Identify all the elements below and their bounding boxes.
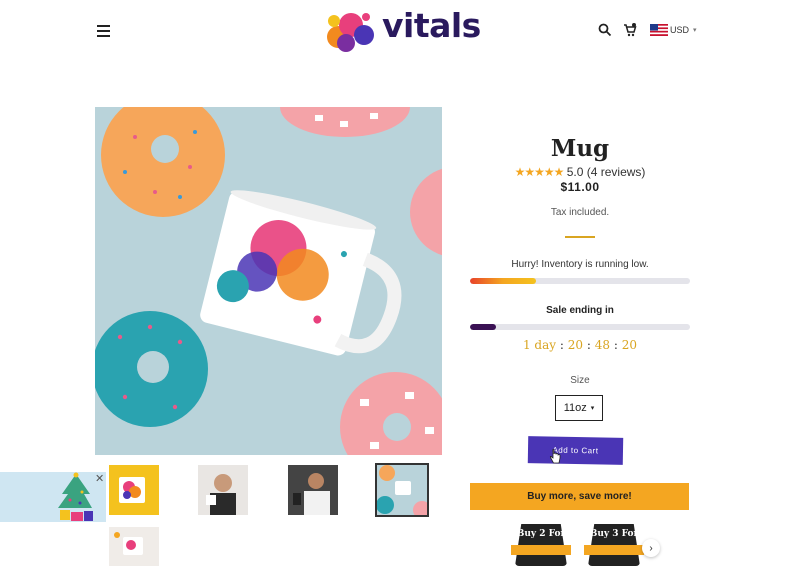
- close-icon[interactable]: ✕: [95, 472, 104, 485]
- inventory-bar-fill: [470, 278, 536, 284]
- size-value: 11oz: [563, 402, 587, 414]
- inventory-text: Hurry! Inventory is running low.: [511, 259, 649, 270]
- sale-bar-fill: [470, 324, 497, 330]
- product-title: Mug: [550, 135, 610, 162]
- bundle-ribbon: [584, 545, 644, 555]
- star-rating-icon: ★★★★★: [514, 165, 565, 179]
- thumbnail-5[interactable]: [109, 527, 159, 566]
- bundle-label: Buy 2 For: [516, 529, 566, 539]
- thumbnail-1[interactable]: [109, 465, 159, 515]
- chevron-down-icon: ▾: [693, 27, 697, 34]
- promo-widget[interactable]: [0, 472, 106, 522]
- inventory-bar: [470, 278, 690, 284]
- timer-sep: :: [613, 338, 618, 352]
- divider: [565, 236, 595, 238]
- flag-icon: [650, 24, 668, 36]
- bundle-badge-2[interactable]: Buy 3 For: [584, 520, 644, 570]
- cart-icon[interactable]: [623, 23, 637, 37]
- size-label: Size: [570, 375, 590, 386]
- currency-selector[interactable]: USD ▾: [650, 23, 697, 37]
- thumbnail-4-selected[interactable]: [375, 463, 429, 517]
- sale-label: Sale ending in: [546, 305, 614, 316]
- rating-row[interactable]: ★★★★★ 5.0 (4 reviews): [470, 165, 690, 179]
- menu-icon[interactable]: [97, 25, 110, 37]
- bundle-label: Buy 3 For: [589, 529, 639, 539]
- review-count: (4 reviews): [586, 165, 646, 179]
- timer-minutes: 48: [594, 338, 611, 352]
- sale-bar: [470, 324, 690, 330]
- timer-days: 1 day: [522, 338, 557, 352]
- currency-label: USD: [670, 25, 690, 35]
- product-price: $11.00: [560, 180, 600, 194]
- hand-cursor-icon: [549, 449, 561, 464]
- add-to-cart-button[interactable]: Add to Cart: [527, 436, 624, 465]
- chevron-right-icon[interactable]: ›: [642, 539, 660, 557]
- thumbnail-3[interactable]: [288, 465, 338, 515]
- size-select[interactable]: 11oz ▾: [555, 395, 603, 421]
- timer-hours: 20: [567, 338, 584, 352]
- christmas-tree-icon: [58, 472, 93, 521]
- chevron-down-icon: ▾: [590, 405, 595, 412]
- countdown-timer: 1 day : 20 : 48 : 20: [470, 338, 690, 352]
- timer-sep: :: [559, 338, 564, 352]
- tax-note: Tax included.: [550, 207, 610, 218]
- search-icon[interactable]: [598, 23, 612, 37]
- timer-sep: :: [586, 338, 591, 352]
- logo-text[interactable]: vitals: [382, 6, 481, 45]
- bundle-badge-1[interactable]: Buy 2 For: [511, 520, 571, 570]
- bundle-ribbon: [511, 545, 571, 555]
- rating-value: 5.0: [566, 165, 584, 179]
- timer-seconds: 20: [621, 338, 638, 352]
- buy-more-banner[interactable]: Buy more, save more!: [470, 483, 689, 510]
- product-main-image[interactable]: [95, 107, 442, 455]
- thumbnail-2[interactable]: [198, 465, 248, 515]
